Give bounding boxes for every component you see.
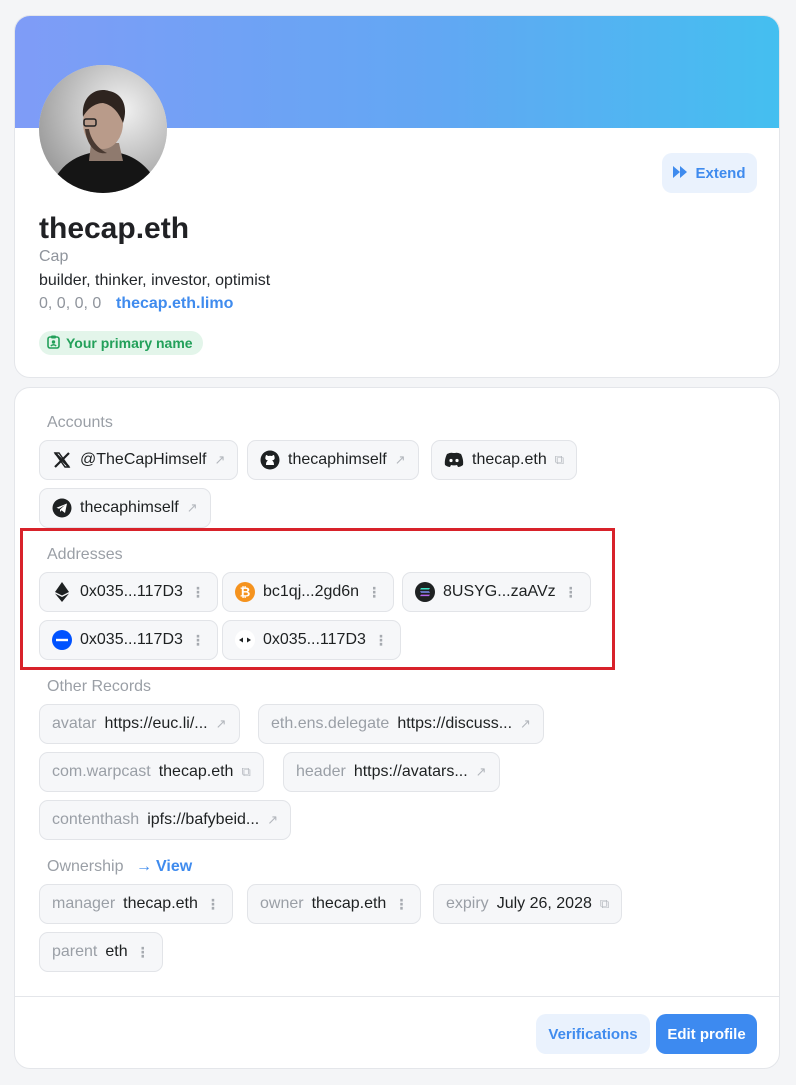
profile-url-link[interactable]: thecap.eth.limo xyxy=(116,295,233,313)
external-link-icon: ↗ xyxy=(215,716,227,731)
avatar xyxy=(39,65,167,193)
profile-bio: builder, thinker, investor, optimist xyxy=(39,272,271,289)
fast-forward-icon xyxy=(673,165,688,182)
account-chip-discord[interactable]: thecap.eth ⧉ xyxy=(431,440,578,480)
external-link-icon: ↗ xyxy=(394,452,406,467)
external-link-icon: ↗ xyxy=(214,452,226,467)
account-chip-telegram[interactable]: thecaphimself ↗ xyxy=(39,488,211,528)
record-chip-avatar[interactable]: avatar https://euc.li/... ↗ xyxy=(39,704,240,744)
ownership-view-link[interactable]: → View xyxy=(136,858,192,876)
arrow-right-icon: → xyxy=(136,858,152,875)
ownership-chip-expiry[interactable]: expiry July 26, 2028 ⧉ xyxy=(433,884,623,924)
records-card: Accounts @TheCapHimself ↗ thecaphimself … xyxy=(14,387,780,1069)
record-chip-eth-ens-delegate[interactable]: eth.ens.delegate https://discuss... ↗ xyxy=(258,704,544,744)
edit-profile-button[interactable]: Edit profile xyxy=(656,1014,757,1054)
profile-card: Extend thecap.eth Cap builder, thinker, … xyxy=(14,15,780,378)
profile-location: 0, 0, 0, 0 xyxy=(39,295,102,312)
display-name: Cap xyxy=(39,248,69,265)
copy-icon: ⧉ xyxy=(599,896,610,911)
more-icon[interactable]: ⋮ xyxy=(136,945,150,959)
external-link-icon: ↗ xyxy=(520,716,531,731)
id-card-icon xyxy=(47,335,60,352)
more-icon[interactable]: ⋮ xyxy=(394,897,408,911)
ownership-chip-manager[interactable]: manager thecap.eth ⋮ xyxy=(39,884,233,924)
more-icon[interactable]: ⋮ xyxy=(206,897,220,911)
extend-button[interactable]: Extend xyxy=(662,153,757,193)
github-icon xyxy=(260,450,280,470)
record-chip-contenthash[interactable]: contenthash ipfs://bafybeid... ↗ xyxy=(39,800,292,840)
record-chip-header[interactable]: header https://avatars... ↗ xyxy=(283,752,500,792)
profile-name: thecap.eth xyxy=(39,212,190,245)
record-chip-com-warpcast[interactable]: com.warpcast thecap.eth ⧉ xyxy=(39,752,264,792)
copy-icon: ⧉ xyxy=(241,764,251,779)
footer-divider xyxy=(15,996,779,997)
external-link-icon: ↗ xyxy=(475,764,487,779)
external-link-icon: ↗ xyxy=(186,500,198,515)
x-icon xyxy=(52,450,72,470)
addresses-highlight-box xyxy=(20,528,615,670)
external-link-icon: ↗ xyxy=(267,812,279,827)
ownership-section-title: Ownership xyxy=(47,858,124,875)
primary-name-badge: Your primary name xyxy=(39,331,203,355)
telegram-icon xyxy=(52,498,72,518)
other-records-section-title: Other Records xyxy=(47,678,152,695)
discord-icon xyxy=(444,450,464,470)
account-chip-x[interactable]: @TheCapHimself ↗ xyxy=(39,440,239,480)
verifications-button[interactable]: Verifications xyxy=(536,1014,650,1054)
copy-icon: ⧉ xyxy=(554,452,565,467)
accounts-section-title: Accounts xyxy=(47,414,113,431)
account-chip-github[interactable]: thecaphimself ↗ xyxy=(247,440,419,480)
ownership-chip-owner[interactable]: owner thecap.eth ⋮ xyxy=(247,884,422,924)
ownership-chip-parent[interactable]: parent eth ⋮ xyxy=(39,932,163,972)
